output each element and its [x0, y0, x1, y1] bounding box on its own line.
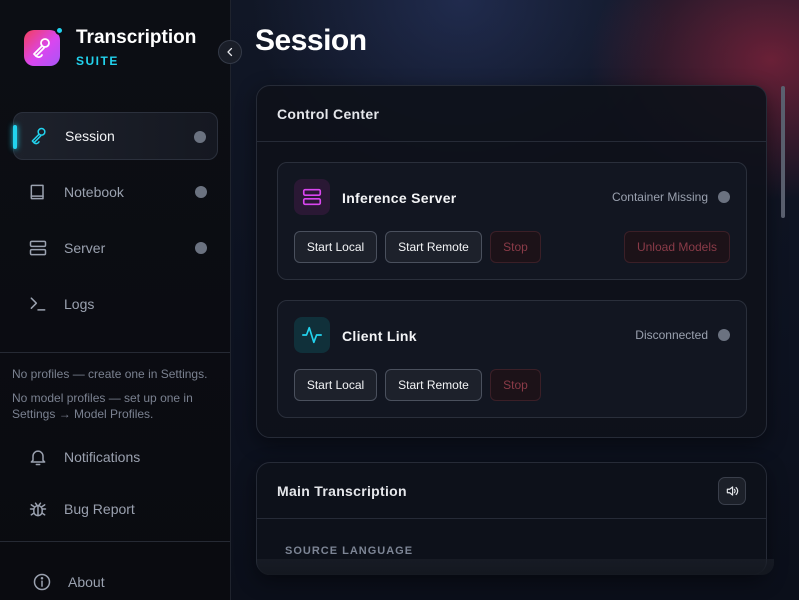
inference-server-panel: Inference Server Container Missing Start…: [277, 162, 747, 280]
nav-item-session[interactable]: Session: [13, 112, 218, 160]
nav-label: Notebook: [64, 184, 124, 200]
nav-item-about[interactable]: About: [17, 558, 222, 600]
nav-label: Session: [65, 128, 115, 144]
nav-item-logs[interactable]: Logs: [13, 280, 218, 328]
microphone-icon: [33, 38, 50, 58]
status-dot: [194, 131, 206, 143]
nav-item-bug-report[interactable]: Bug Report: [13, 485, 218, 533]
terminal-icon: [27, 293, 49, 315]
app-logo: [24, 26, 64, 66]
brand-title: Transcription: [76, 27, 197, 48]
brand: Transcription SUITE: [24, 26, 197, 68]
scrollbar[interactable]: [781, 86, 785, 218]
logo-status-dot: [55, 26, 64, 35]
microphone-icon: [28, 125, 50, 147]
brand-subtitle: SUITE: [76, 54, 119, 68]
card-fade: [257, 559, 774, 575]
bug-icon: [27, 498, 49, 520]
nav-label: Bug Report: [64, 501, 135, 517]
service-status: Container Missing: [611, 190, 708, 204]
service-name: Client Link: [342, 328, 417, 344]
sidebar-divider: [0, 541, 230, 542]
nav-item-server[interactable]: Server: [13, 224, 218, 272]
collapse-sidebar-button[interactable]: [218, 40, 242, 64]
model-profiles-hint: No model profiles — set up one in Settin…: [12, 391, 193, 421]
unload-models-button[interactable]: Unload Models: [624, 231, 730, 263]
main-transcription-card: Main Transcription SOURCE LANGUAGE: [256, 462, 774, 575]
service-status: Disconnected: [635, 328, 708, 342]
card-title: Control Center: [277, 105, 380, 122]
card-title: Main Transcription: [277, 482, 407, 499]
book-icon: [27, 181, 49, 203]
source-language-label: SOURCE LANGUAGE: [285, 545, 414, 557]
volume-icon: [726, 486, 739, 496]
status-dot: [718, 191, 730, 203]
status-dot: [195, 186, 207, 198]
activity-icon: [294, 317, 330, 353]
start-remote-button[interactable]: Start Remote: [385, 369, 482, 401]
service-name: Inference Server: [342, 190, 457, 206]
nav-label: Server: [64, 240, 106, 256]
stop-button[interactable]: Stop: [490, 369, 541, 401]
nav-label: Notifications: [64, 449, 141, 465]
nav-label: About: [68, 574, 105, 590]
status-dot: [718, 329, 730, 341]
start-local-button[interactable]: Start Local: [294, 231, 377, 263]
start-local-button[interactable]: Start Local: [294, 369, 377, 401]
control-center-card: Control Center Inference Server Containe…: [256, 85, 767, 438]
page-title: Session: [255, 24, 367, 57]
sidebar: Transcription SUITE Session Notebook Ser…: [0, 0, 231, 600]
volume-button[interactable]: [718, 477, 746, 505]
sidebar-divider: [0, 352, 230, 353]
client-link-panel: Client Link Disconnected Start Local Sta…: [277, 300, 747, 418]
profiles-hint: No profiles — create one in Settings.: [12, 367, 208, 381]
status-dot: [195, 242, 207, 254]
server-icon: [27, 237, 49, 259]
chevron-left-icon: [227, 47, 233, 57]
nav-label: Logs: [64, 296, 95, 312]
active-indicator: [13, 125, 17, 149]
server-icon: [294, 179, 330, 215]
info-icon: [31, 571, 53, 593]
start-remote-button[interactable]: Start Remote: [385, 231, 482, 263]
nav-item-notifications[interactable]: Notifications: [13, 433, 218, 481]
nav-item-notebook[interactable]: Notebook: [13, 168, 218, 216]
stop-button[interactable]: Stop: [490, 231, 541, 263]
bell-icon: [27, 446, 49, 468]
main-content: Session Control Center Inference Server …: [231, 0, 799, 600]
